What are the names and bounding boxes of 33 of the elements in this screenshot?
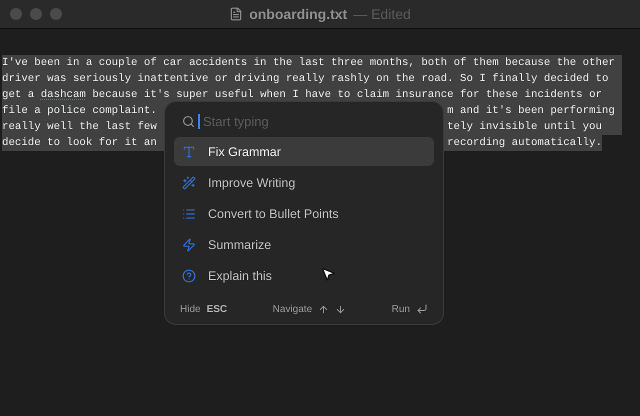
command-item[interactable]: Fix Grammar xyxy=(174,137,434,166)
text-line: decide to look for it an xyxy=(2,136,157,151)
window-control[interactable] xyxy=(50,8,62,20)
text-line: really well the last few xyxy=(2,120,157,135)
window-control[interactable] xyxy=(30,8,42,20)
command-item[interactable]: Explain this xyxy=(174,261,434,290)
magic-wand-icon xyxy=(182,176,196,190)
arrow-up-icon xyxy=(318,304,330,314)
command-item[interactable]: Improve Writing xyxy=(174,168,434,197)
help-icon xyxy=(182,268,196,282)
hint-label: Hide xyxy=(180,304,201,314)
lightning-icon xyxy=(182,238,196,252)
mouse-pointer-icon xyxy=(320,266,336,282)
search-icon xyxy=(182,114,195,128)
command-item[interactable]: Convert to Bullet Points xyxy=(174,199,434,228)
text-line: m and it's been performing xyxy=(447,104,615,119)
return-icon xyxy=(416,303,428,315)
text-line: file a police complaint. xyxy=(2,104,157,119)
command-item[interactable]: Summarize xyxy=(174,230,434,259)
text-line: I've been in a couple of car accidents in the last three months, both of them because the other xyxy=(2,56,615,71)
hint-label: Run xyxy=(392,304,410,314)
key-hint: ESC xyxy=(206,304,228,314)
text-icon xyxy=(182,144,196,158)
hint-label: Navigate xyxy=(272,304,312,314)
document-icon xyxy=(229,7,244,21)
text-line: recording automatically. xyxy=(447,136,602,151)
text-line: tely invisible until you xyxy=(447,120,602,135)
window-control[interactable] xyxy=(10,8,22,20)
text-line: driver was seriously inattentive or driving really rashly on the road. So I finally decided to xyxy=(2,72,608,87)
text-line: get a dashcam because it's super useful when I have to claim insurance for these incidents or xyxy=(2,88,602,103)
window-title: onboarding.txt xyxy=(249,6,348,22)
list-icon xyxy=(182,206,196,220)
arrow-down-icon xyxy=(335,304,346,314)
